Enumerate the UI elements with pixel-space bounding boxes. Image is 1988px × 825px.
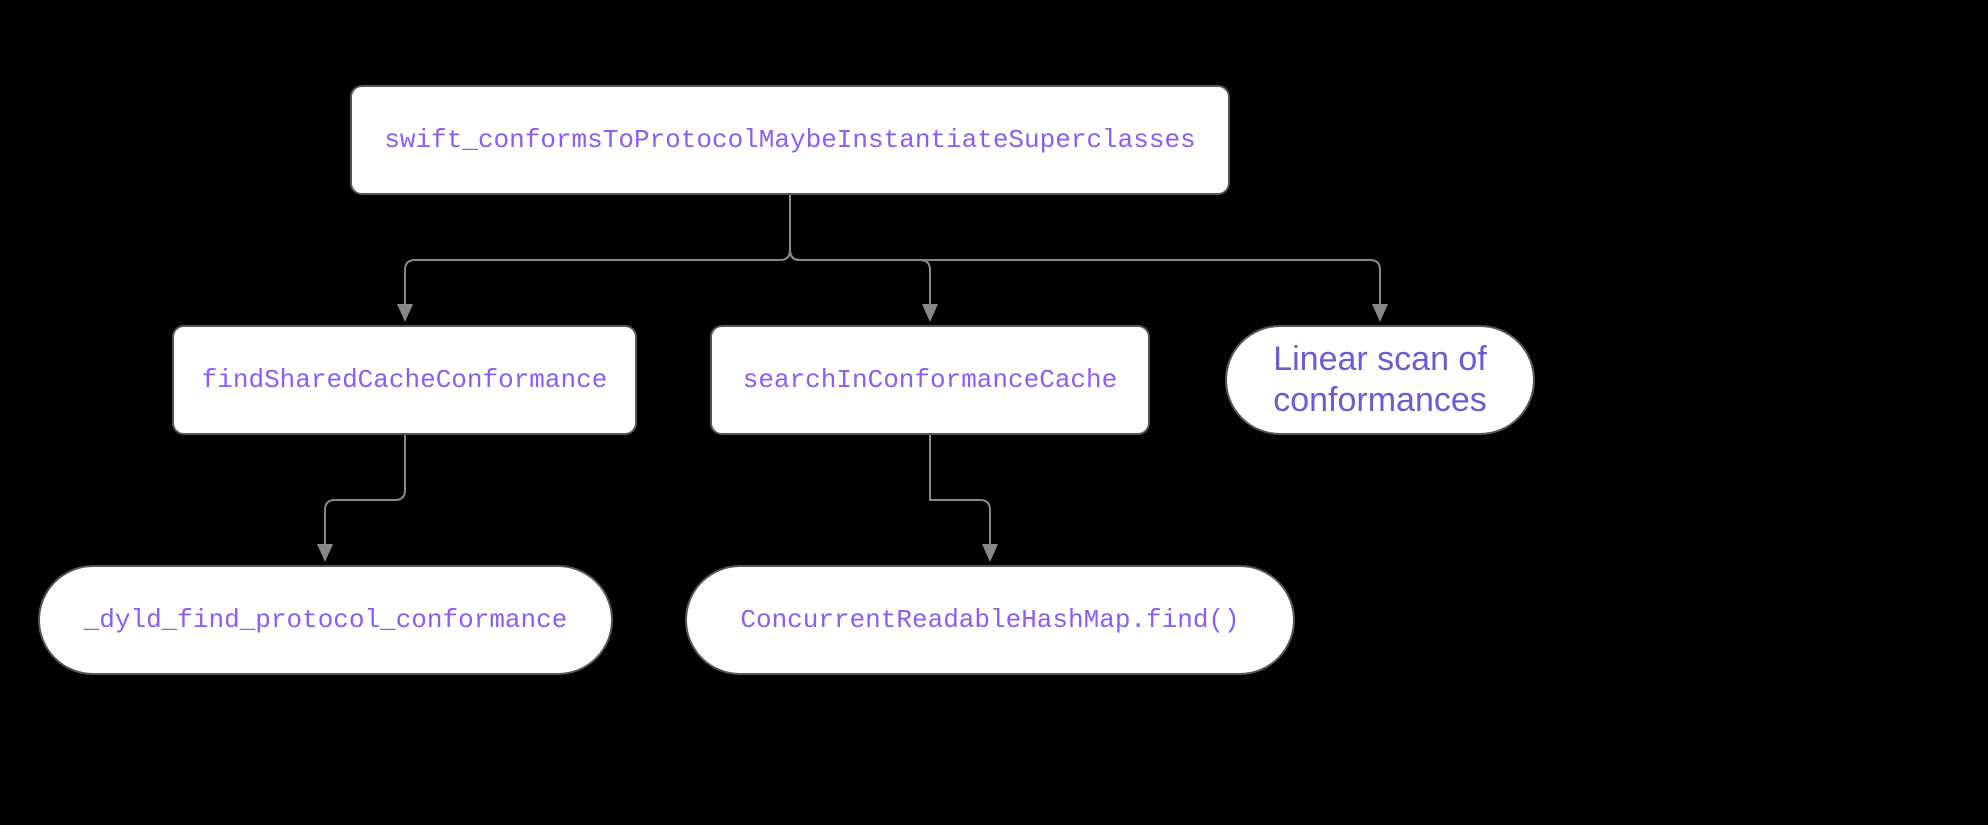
edge-findshared-to-dyld bbox=[325, 435, 405, 560]
edge-root-to-linearscan bbox=[790, 195, 1380, 320]
node-dyld-find: _dyld_find_protocol_conformance bbox=[38, 565, 613, 675]
node-hashmap-find: ConcurrentReadableHashMap.find() bbox=[685, 565, 1295, 675]
node-dyld-find-label: _dyld_find_protocol_conformance bbox=[84, 605, 568, 635]
node-linear-scan: Linear scan of conformances bbox=[1225, 325, 1535, 435]
node-hashmap-find-label: ConcurrentReadableHashMap.find() bbox=[740, 605, 1239, 635]
edge-root-to-searchin bbox=[790, 195, 930, 320]
node-linear-scan-line2: conformances bbox=[1273, 380, 1487, 421]
node-linear-scan-line1: Linear scan of bbox=[1273, 339, 1487, 380]
node-root: swift_conformsToProtocolMaybeInstantiate… bbox=[350, 85, 1230, 195]
node-find-shared-cache: findSharedCacheConformance bbox=[172, 325, 637, 435]
node-find-shared-cache-label: findSharedCacheConformance bbox=[202, 365, 608, 395]
edge-searchin-to-hashmap bbox=[930, 435, 990, 560]
node-search-in-conformance: searchInConformanceCache bbox=[710, 325, 1150, 435]
edge-root-to-findshared bbox=[405, 195, 790, 320]
node-root-label: swift_conformsToProtocolMaybeInstantiate… bbox=[384, 125, 1195, 155]
node-search-in-conformance-label: searchInConformanceCache bbox=[743, 365, 1117, 395]
